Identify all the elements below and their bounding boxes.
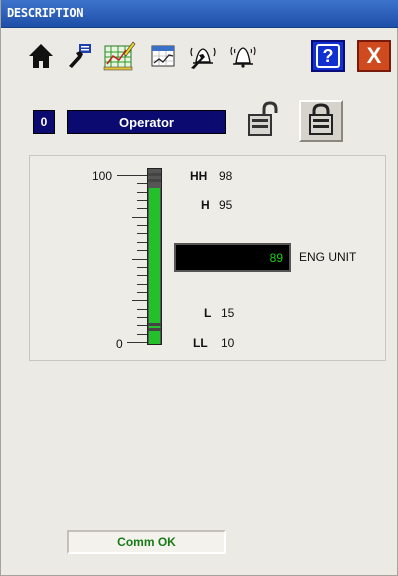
alarm-button[interactable] <box>227 39 259 73</box>
minor-tick <box>137 284 147 285</box>
wrench-icon <box>65 42 93 70</box>
h-marker <box>148 179 161 182</box>
minor-tick <box>137 242 147 243</box>
faceplate-window: DESCRIPTION ? X 0 Operator 100 0 HH 98 H… <box>0 0 398 576</box>
tuning-button[interactable] <box>63 39 95 73</box>
l-label: L <box>204 306 212 320</box>
trend-edit-button[interactable] <box>101 39 137 73</box>
minor-tick <box>137 208 147 209</box>
hh-marker <box>148 173 161 176</box>
minor-tick <box>137 225 147 226</box>
engineering-unit: ENG UNIT <box>299 250 357 264</box>
lock-button[interactable] <box>299 100 343 142</box>
bell-icon <box>228 42 258 70</box>
minor-tick <box>137 325 147 326</box>
minor-tick <box>137 183 147 184</box>
unlock-icon <box>246 101 280 141</box>
close-button[interactable]: X <box>357 40 391 72</box>
minor-tick <box>132 300 147 301</box>
trend-edit-icon <box>102 40 136 72</box>
home-icon <box>27 42 55 70</box>
l-marker <box>148 323 161 326</box>
h-label: H <box>201 198 210 212</box>
trend-button[interactable] <box>147 39 179 73</box>
help-button[interactable]: ? <box>311 40 345 72</box>
l-value: 15 <box>221 306 235 320</box>
minor-tick <box>137 192 147 193</box>
minor-tick <box>137 267 147 268</box>
unlock-button[interactable] <box>241 100 285 142</box>
h-value: 95 <box>219 198 233 212</box>
level-bar-fill <box>149 188 160 344</box>
ll-value: 10 <box>221 336 235 350</box>
toolbar: ? X <box>1 31 398 93</box>
minor-tick <box>137 250 147 251</box>
home-button[interactable] <box>25 39 57 73</box>
calendar-trend-icon <box>149 42 177 70</box>
close-icon: X <box>366 43 382 68</box>
user-role-field: Operator <box>67 110 226 134</box>
ll-label: LL <box>193 336 208 350</box>
minor-tick <box>132 259 147 260</box>
help-icon: ? <box>316 44 340 68</box>
major-tick <box>117 175 147 176</box>
minor-tick <box>137 233 147 234</box>
minor-tick <box>137 200 147 201</box>
title-bar[interactable]: DESCRIPTION <box>1 0 398 28</box>
minor-tick <box>132 217 147 218</box>
scale-max-label: 100 <box>92 169 113 183</box>
level-bar <box>147 168 162 345</box>
window-title: DESCRIPTION <box>7 6 84 20</box>
comm-status: Comm OK <box>67 530 226 554</box>
scale-min-label: 0 <box>116 337 123 351</box>
alarm-ack-icon <box>188 42 218 70</box>
minor-tick <box>137 309 147 310</box>
minor-tick <box>137 275 147 276</box>
access-level-badge: 0 <box>33 110 55 134</box>
hh-value: 98 <box>219 169 233 183</box>
major-tick <box>127 342 147 343</box>
minor-tick <box>137 317 147 318</box>
alarm-ack-button[interactable] <box>187 39 219 73</box>
hh-label: HH <box>190 169 208 183</box>
lock-icon <box>307 102 335 140</box>
ll-marker <box>148 328 161 331</box>
pv-readout: 89 <box>174 243 291 272</box>
minor-tick <box>137 292 147 293</box>
minor-tick <box>137 334 147 335</box>
